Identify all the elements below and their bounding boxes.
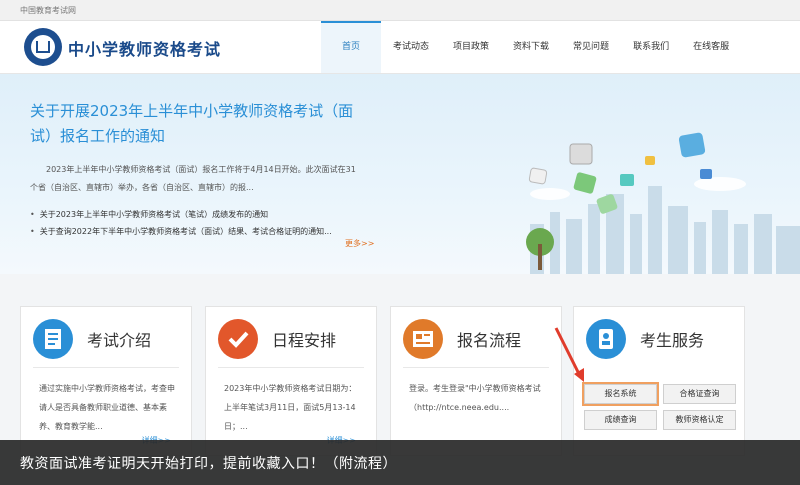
certificate-query-button[interactable]: 合格证查询 [663,384,736,404]
card-exam-intro[interactable]: 考试介绍 通过实施中小学教师资格考试，考查申请人是否具备教师职业道德、基本素养、… [20,306,192,456]
nav-home[interactable]: 首页 [321,21,381,73]
card-desc: 通过实施中小学教师资格考试，考查申请人是否具备教师职业道德、基本素养、教育教学能… [39,384,175,431]
card-registration-process[interactable]: 报名流程 登录。考生登录"中小学教师资格考试（http://ntce.neea.… [390,306,562,456]
header: 中小学教师资格考试 首页 考试动态 项目政策 资料下载 常见问题 联系我们 在线… [0,21,800,74]
card-desc: 2023年中小学教师资格考试日期为：上半年笔试3月11日，面试5月13-14日；… [224,384,357,431]
nav-downloads[interactable]: 资料下载 [501,21,561,73]
top-site-name[interactable]: 中国教育考试网 [20,5,76,16]
nav-online-service[interactable]: 在线客服 [681,21,741,73]
site-logo[interactable] [24,28,62,66]
divider [403,367,549,368]
score-query-button[interactable]: 成绩查询 [584,410,657,430]
nav-faq[interactable]: 常见问题 [561,21,621,73]
site-title[interactable]: 中小学教师资格考试 [68,36,221,60]
notice-title[interactable]: 关于开展2023年上半年中小学教师资格考试（面试）报名工作的通知 [30,99,360,149]
divider [218,367,364,368]
main-nav: 首页 考试动态 项目政策 资料下载 常见问题 联系我们 在线客服 [321,21,741,73]
service-cards: 考试介绍 通过实施中小学教师资格考试，考查申请人是否具备教师职业道德、基本素养、… [0,296,800,456]
teacher-certification-button[interactable]: 教师资格认定 [663,410,736,430]
city-illustration [526,132,800,274]
card-desc: 登录。考生登录"中小学教师资格考试（http://ntce.neea.edu..… [409,384,541,412]
news-item[interactable]: 关于查询2022年下半年中小学教师资格考试（面试）结果、考试合格证明的通知... [30,223,370,240]
nav-contact[interactable]: 联系我们 [621,21,681,73]
top-bar: 中国教育考试网 [0,0,800,21]
form-icon [403,319,443,359]
nav-exam-news[interactable]: 考试动态 [381,21,441,73]
card-candidate-services[interactable]: 考生服务 报名系统 合格证查询 成绩查询 教师资格认定 [573,306,745,456]
more-link[interactable]: 更多>> [345,238,374,249]
card-schedule[interactable]: 日程安排 2023年中小学教师资格考试日期为：上半年笔试3月11日，面试5月13… [205,306,377,456]
article-caption: 教资面试准考证明天开始打印，提前收藏入口！（附流程） [0,440,800,485]
document-icon [33,319,73,359]
banner: 关于开展2023年上半年中小学教师资格考试（面试）报名工作的通知 2023年上半… [0,74,800,274]
contact-icon [586,319,626,359]
nav-policy[interactable]: 项目政策 [441,21,501,73]
news-item[interactable]: 关于2023年上半年中小学教师资格考试（笔试）成绩发布的通知 [30,206,370,223]
card-title: 报名流程 [457,331,522,350]
news-list: 关于2023年上半年中小学教师资格考试（笔试）成绩发布的通知 关于查询2022年… [30,206,370,240]
notice-body: 2023年上半年中小学教师资格考试（面试）报名工作将于4月14日开始。此次面试在… [30,165,356,192]
card-title: 考生服务 [640,331,705,350]
checkmark-icon [218,319,258,359]
card-title: 考试介绍 [87,331,152,350]
card-title: 日程安排 [272,331,337,350]
red-arrow [554,327,584,382]
caption-text: 教资面试准考证明天开始打印，提前收藏入口！（附流程） [20,456,397,472]
divider [33,367,179,368]
registration-system-button[interactable]: 报名系统 [582,382,659,406]
